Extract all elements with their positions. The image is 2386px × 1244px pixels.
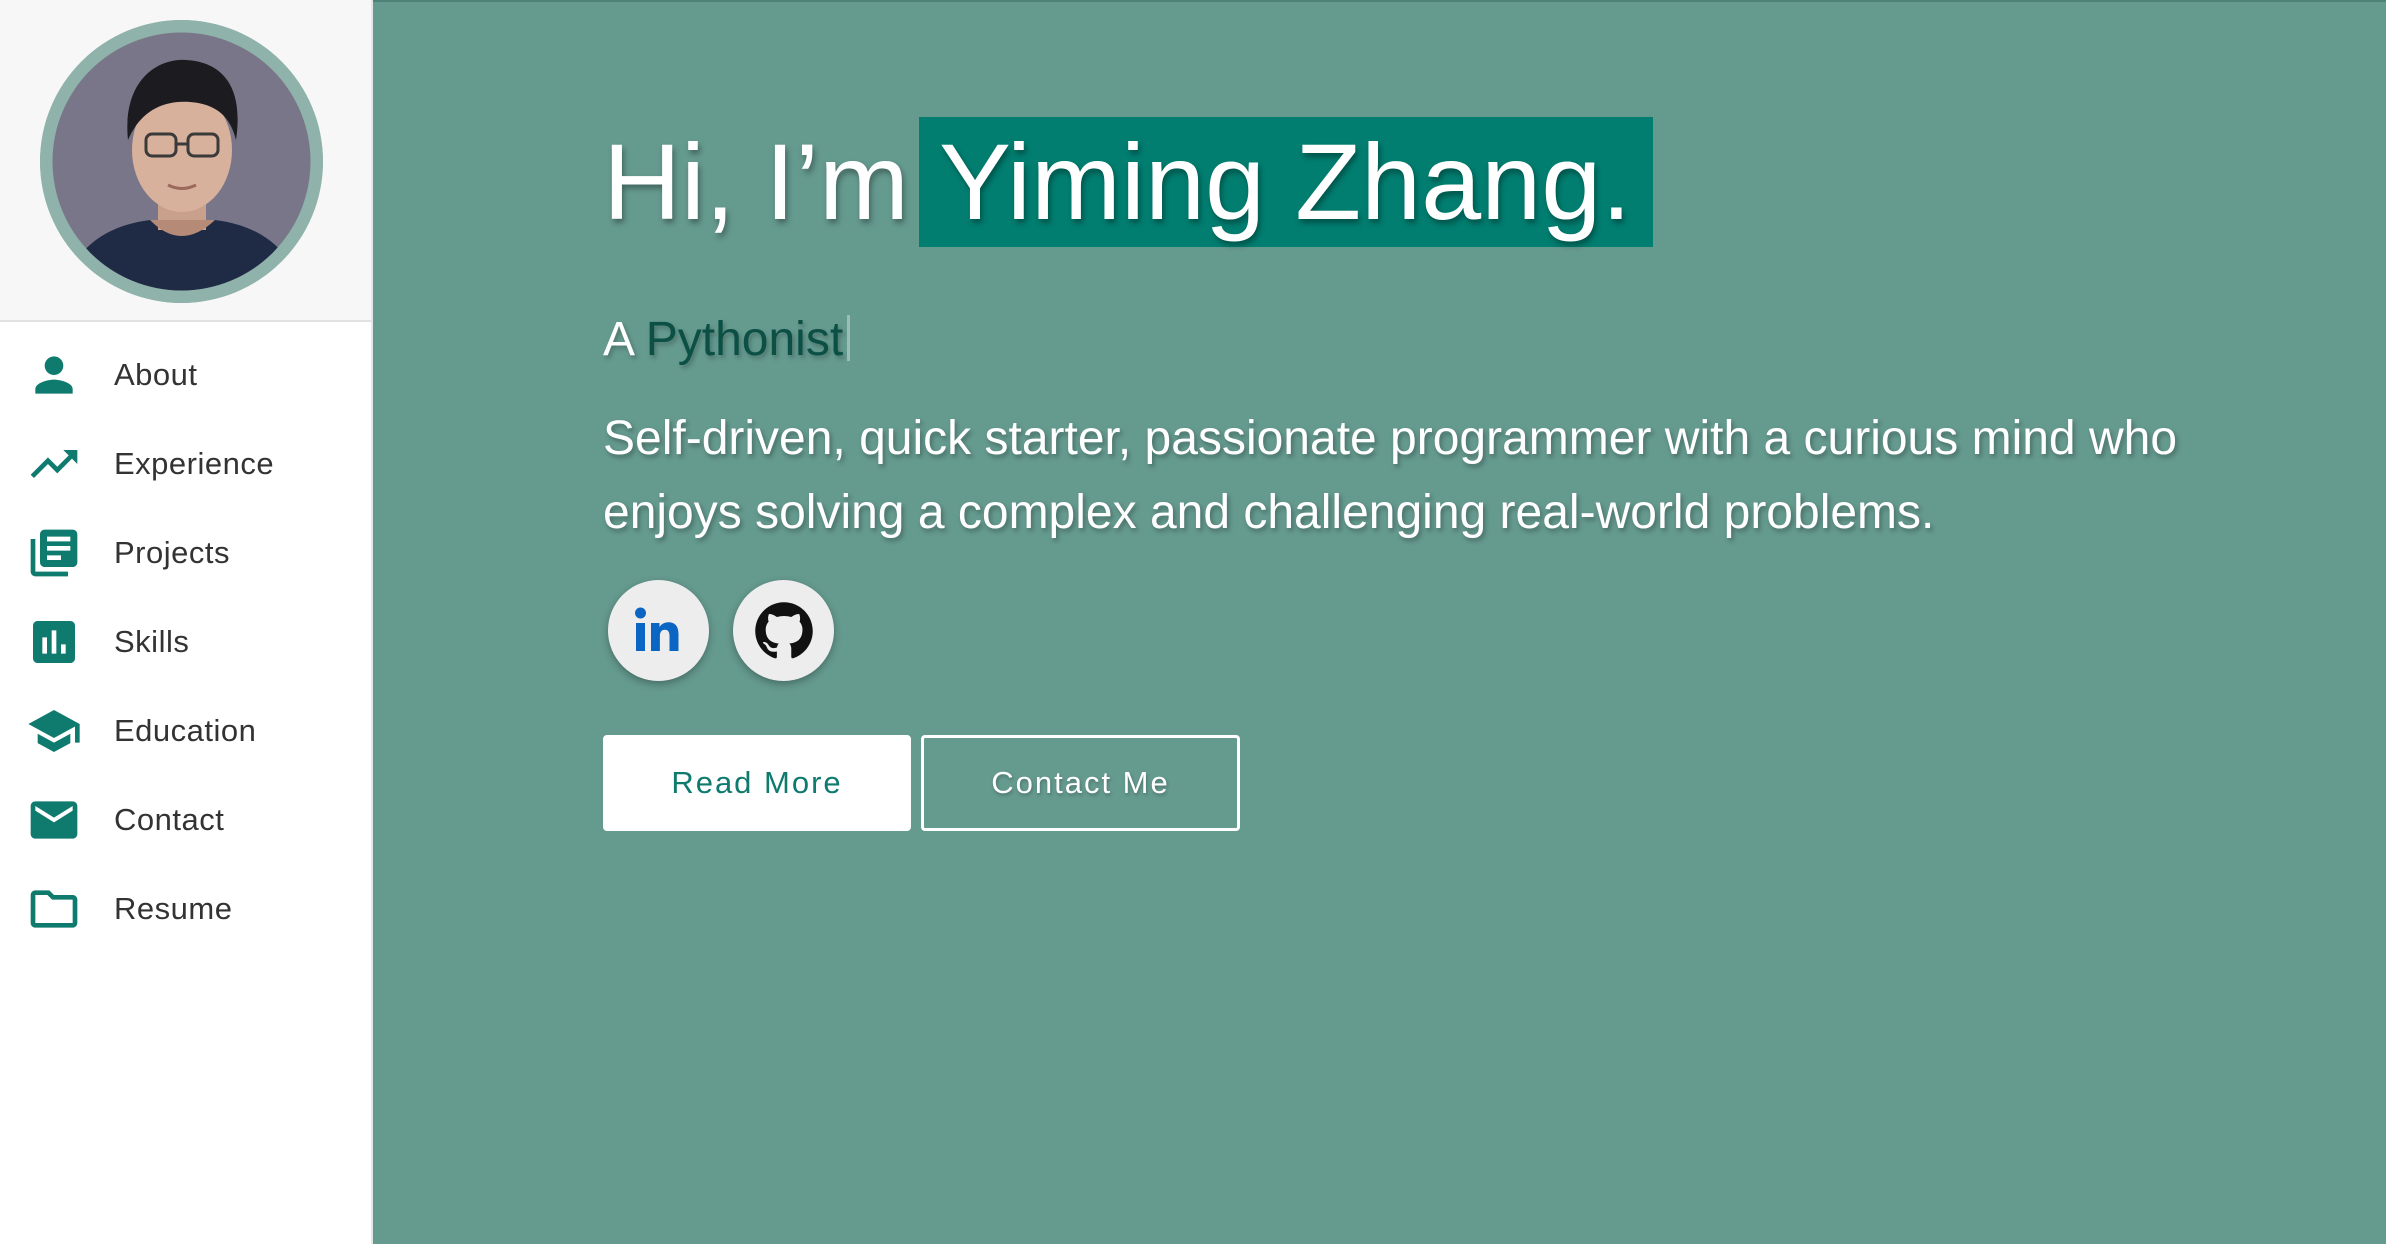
hero-title: Hi, I’m Yiming Zhang.	[603, 117, 1654, 247]
cta-buttons: Read More Contact Me	[603, 735, 1240, 831]
hero-description: Self-driven, quick starter, passionate p…	[603, 412, 2178, 539]
typed-text: Pythonist	[645, 313, 844, 366]
avatar	[40, 20, 323, 303]
sidebar-item-resume[interactable]: Resume	[0, 864, 371, 953]
sidebar-nav: About Experience Projects Skills Educati…	[0, 330, 371, 953]
sidebar-item-label: Experience	[114, 445, 275, 481]
sidebar-item-contact[interactable]: Contact	[0, 775, 371, 864]
sidebar-item-label: Projects	[114, 534, 230, 570]
greeting-text: Hi, I’m	[603, 121, 909, 242]
trending-up-icon	[25, 435, 83, 493]
linkedin-button[interactable]	[608, 580, 709, 681]
library-books-icon	[25, 524, 83, 582]
read-more-button[interactable]: Read More	[603, 735, 911, 831]
folder-icon	[25, 880, 83, 938]
subtitle-prefix: A	[603, 313, 633, 366]
person-icon	[25, 346, 83, 404]
typing-cursor	[847, 315, 851, 361]
sidebar-item-about[interactable]: About	[0, 330, 371, 419]
bar-chart-icon	[25, 613, 83, 671]
sidebar-item-label: Education	[114, 712, 257, 748]
sidebar: About Experience Projects Skills Educati…	[0, 0, 373, 1244]
contact-me-button[interactable]: Contact Me	[921, 735, 1240, 831]
avatar-photo	[40, 20, 323, 303]
sidebar-item-label: Skills	[114, 623, 190, 659]
name-highlight: Yiming Zhang.	[918, 117, 1654, 247]
sidebar-item-experience[interactable]: Experience	[0, 419, 371, 508]
linkedin-icon	[634, 607, 678, 651]
hero-subtitle: A Pythonist	[603, 312, 851, 367]
sidebar-item-label: Resume	[114, 890, 233, 926]
sidebar-item-label: Contact	[114, 801, 225, 837]
sidebar-item-projects[interactable]: Projects	[0, 508, 371, 597]
sidebar-item-skills[interactable]: Skills	[0, 597, 371, 686]
avatar-area	[0, 0, 371, 322]
github-icon	[754, 601, 813, 658]
github-button[interactable]	[733, 580, 834, 681]
sidebar-item-label: About	[114, 356, 198, 392]
social-links	[608, 580, 834, 681]
sidebar-item-education[interactable]: Education	[0, 686, 371, 775]
portfolio-page: About Experience Projects Skills Educati…	[0, 0, 2386, 1244]
mail-icon	[25, 791, 83, 849]
hero-section: Hi, I’m Yiming Zhang. A Pythonist Self-dr…	[373, 0, 2386, 1244]
graduation-cap-icon	[25, 702, 83, 760]
